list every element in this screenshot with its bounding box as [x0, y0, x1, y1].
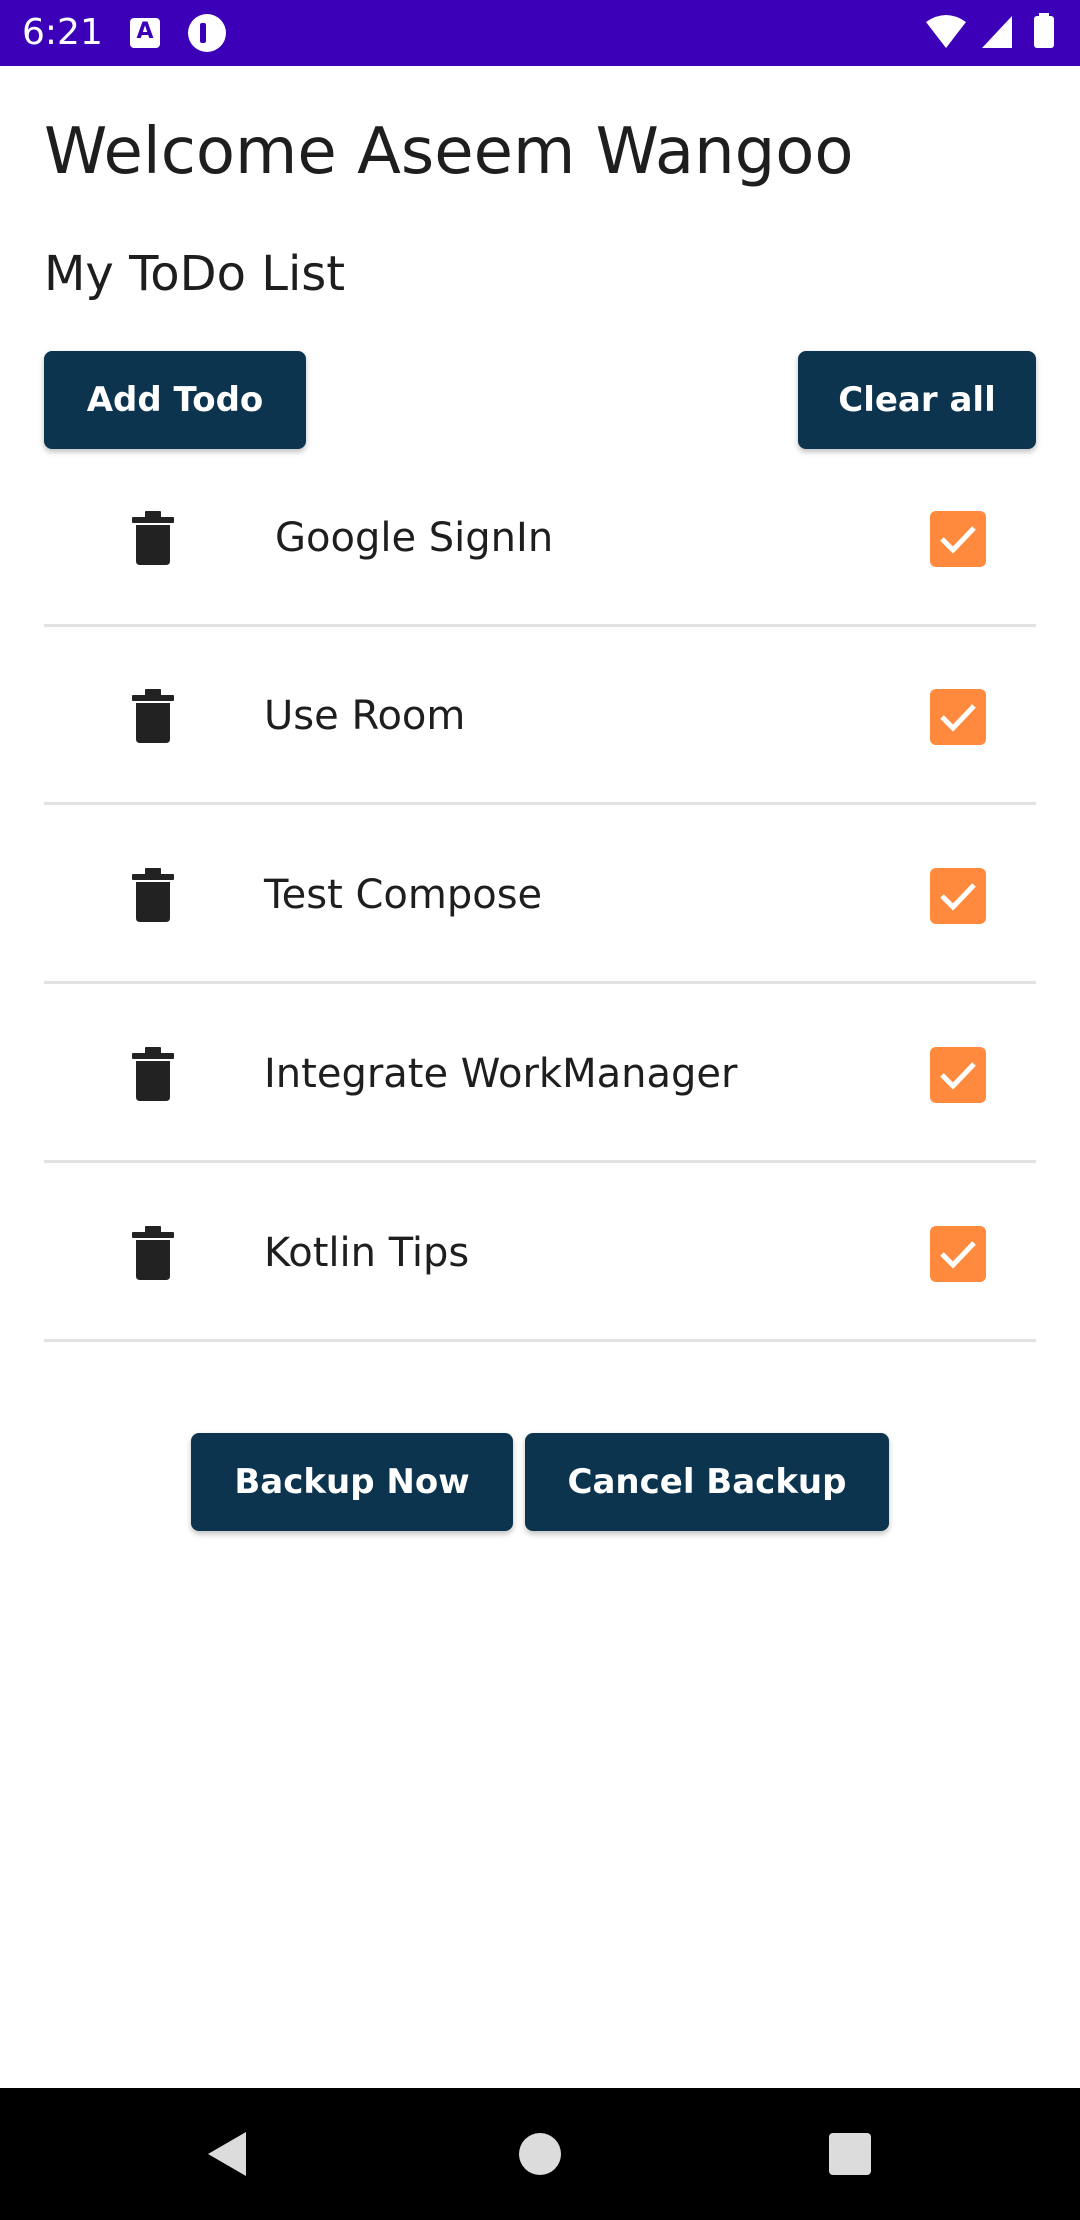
- home-icon[interactable]: [519, 2133, 561, 2175]
- divider: [44, 981, 1036, 984]
- navigation-bar: [0, 2088, 1080, 2220]
- signal-icon: [982, 16, 1012, 48]
- todo-label: Integrate WorkManager: [264, 1051, 738, 1097]
- check-icon: [940, 704, 976, 732]
- a-badge-icon: [130, 18, 160, 48]
- todo-item: Google SignIn: [44, 449, 1036, 627]
- todo-item: Kotlin Tips: [44, 1164, 1036, 1342]
- divider: [44, 802, 1036, 805]
- todo-list-subtitle: My ToDo List: [44, 246, 346, 302]
- back-icon[interactable]: [204, 2128, 250, 2180]
- todo-item: Test Compose: [44, 806, 1036, 984]
- trash-icon[interactable]: [132, 689, 174, 743]
- clear-all-button[interactable]: Clear all: [798, 351, 1036, 449]
- welcome-title: Welcome Aseem Wangoo: [44, 115, 854, 189]
- status-right-icons: [926, 13, 1054, 48]
- check-icon: [940, 526, 976, 554]
- todo-label: Test Compose: [264, 872, 543, 918]
- backup-now-button[interactable]: Backup Now: [191, 1433, 513, 1531]
- todo-item: Integrate WorkManager: [44, 985, 1036, 1163]
- trash-icon[interactable]: [132, 1226, 174, 1280]
- todo-item: Use Room: [44, 627, 1036, 805]
- divider: [44, 1160, 1036, 1163]
- todo-checkbox[interactable]: [930, 511, 986, 567]
- todo-checkbox[interactable]: [930, 1226, 986, 1282]
- check-icon: [940, 883, 976, 911]
- divider: [44, 1339, 1036, 1342]
- battery-icon: [1034, 16, 1054, 48]
- cancel-backup-button[interactable]: Cancel Backup: [525, 1433, 889, 1531]
- recents-icon[interactable]: [829, 2133, 871, 2175]
- trash-icon[interactable]: [132, 868, 174, 922]
- status-time: 6:21: [22, 12, 103, 53]
- trash-icon[interactable]: [132, 511, 174, 565]
- todo-label: Kotlin Tips: [264, 1230, 470, 1276]
- todo-checkbox[interactable]: [930, 868, 986, 924]
- todo-checkbox[interactable]: [930, 689, 986, 745]
- wifi-icon: [926, 15, 966, 48]
- status-bar: 6:21: [0, 0, 1080, 66]
- todo-label: Google SignIn: [275, 515, 554, 561]
- trash-icon[interactable]: [132, 1047, 174, 1101]
- check-icon: [940, 1241, 976, 1269]
- todo-checkbox[interactable]: [930, 1047, 986, 1103]
- todo-label: Use Room: [264, 693, 466, 739]
- app-badge-icon: [188, 14, 226, 52]
- add-todo-button[interactable]: Add Todo: [44, 351, 306, 449]
- check-icon: [940, 1062, 976, 1090]
